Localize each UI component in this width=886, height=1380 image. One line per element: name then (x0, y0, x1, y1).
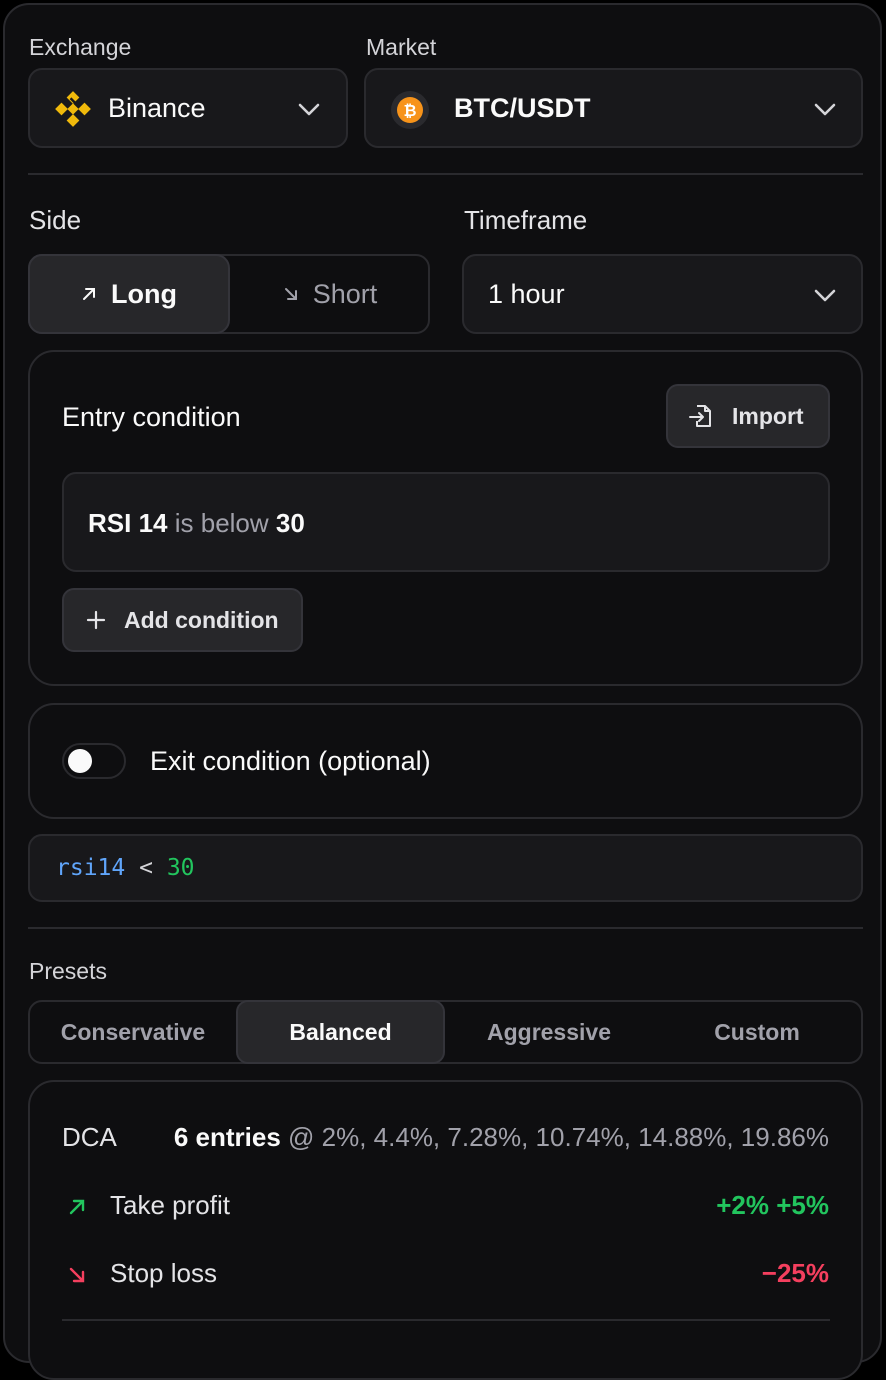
divider (28, 173, 863, 175)
preset-conservative[interactable]: Conservative (30, 1002, 236, 1062)
side-short-label: Short (312, 278, 378, 309)
condition-indicator: RSI 14 (88, 508, 168, 538)
exchange-label: Exchange (29, 34, 132, 60)
preset-summary-card: DCA 6 entries @ 2%, 4.4%, 7.28%, 10.74%,… (28, 1080, 863, 1380)
timeframe-value: 1 hour (488, 279, 565, 309)
exit-condition-toggle[interactable] (62, 743, 126, 779)
preset-custom[interactable]: Custom (653, 1002, 861, 1062)
condition-text: RSI 14 is below 30 (88, 508, 305, 539)
arrow-down-right-icon (69, 1267, 85, 1283)
exchange-value: Binance (108, 93, 206, 123)
toggle-knob (68, 749, 92, 773)
side-toggle: Long Short (28, 254, 430, 334)
expression-ident: rsi14 (56, 855, 126, 881)
stop-loss-label: Stop loss (110, 1258, 217, 1288)
entry-condition-card: Entry condition Import RSI 14 is below 3… (28, 350, 863, 686)
add-condition-button[interactable]: Add condition (62, 588, 303, 652)
chevron-down-icon (814, 289, 836, 302)
expression-number: 30 (166, 855, 195, 881)
chevron-down-icon (298, 103, 320, 116)
dca-label: DCA (62, 1122, 117, 1152)
add-condition-label: Add condition (124, 606, 279, 633)
chevron-down-icon (814, 103, 836, 116)
entry-condition-title: Entry condition (62, 402, 241, 432)
condition-operator: is below (174, 508, 269, 538)
take-profit-label: Take profit (110, 1190, 230, 1220)
condition-value: 30 (275, 508, 305, 538)
divider (28, 927, 863, 929)
import-label: Import (732, 402, 804, 429)
svg-text:₿: ₿ (403, 101, 416, 120)
preset-aggressive[interactable]: Aggressive (445, 1002, 653, 1062)
take-profit-value: +2% +5% (716, 1190, 829, 1220)
timeframe-label: Timeframe (464, 205, 588, 235)
strategy-panel: Exchange Binance Market ₿ BTC/USDT Side … (3, 3, 882, 1380)
side-long-label: Long (111, 278, 177, 309)
market-select[interactable]: ₿ BTC/USDT (364, 68, 863, 148)
exit-condition-card: Exit condition (optional) (28, 703, 863, 819)
arrow-up-right-icon (69, 1199, 85, 1215)
presets-tabs: Conservative Balanced Aggressive Custom (28, 1000, 863, 1064)
preset-balanced[interactable]: Balanced (236, 1000, 445, 1064)
market-value: BTC/USDT (454, 93, 591, 123)
import-button[interactable]: Import (666, 384, 830, 448)
condition-row[interactable]: RSI 14 is below 30 (62, 472, 830, 572)
arrow-up-right-icon (83, 288, 95, 300)
plus-icon (86, 610, 106, 630)
side-label: Side (29, 205, 82, 235)
timeframe-select[interactable]: 1 hour (462, 254, 863, 334)
side-long-option[interactable]: Long (28, 254, 230, 334)
divider (62, 1319, 830, 1321)
bitcoin-coin-icon: ₿ (391, 91, 429, 129)
dca-value: 6 entries @ 2%, 4.4%, 7.28%, 10.74%, 14.… (174, 1122, 829, 1153)
stop-loss-value: −25% (761, 1258, 829, 1288)
expression-editor[interactable]: rsi14 < 30 (28, 834, 863, 902)
dca-levels: @ 2%, 4.4%, 7.28%, 10.74%, 14.88%, 19.86… (288, 1122, 829, 1152)
exchange-select[interactable]: Binance (28, 68, 348, 148)
side-short-option[interactable]: Short (230, 254, 430, 334)
exit-condition-label: Exit condition (optional) (150, 746, 431, 776)
binance-logo-icon (55, 91, 91, 127)
market-label: Market (366, 34, 437, 60)
expression-operator: < (139, 855, 153, 881)
file-import-icon (689, 405, 711, 427)
expression-code: rsi14 < 30 (56, 855, 195, 881)
arrow-down-right-icon (284, 288, 297, 300)
dca-entries: 6 entries (173, 1122, 281, 1152)
presets-label: Presets (29, 958, 107, 984)
